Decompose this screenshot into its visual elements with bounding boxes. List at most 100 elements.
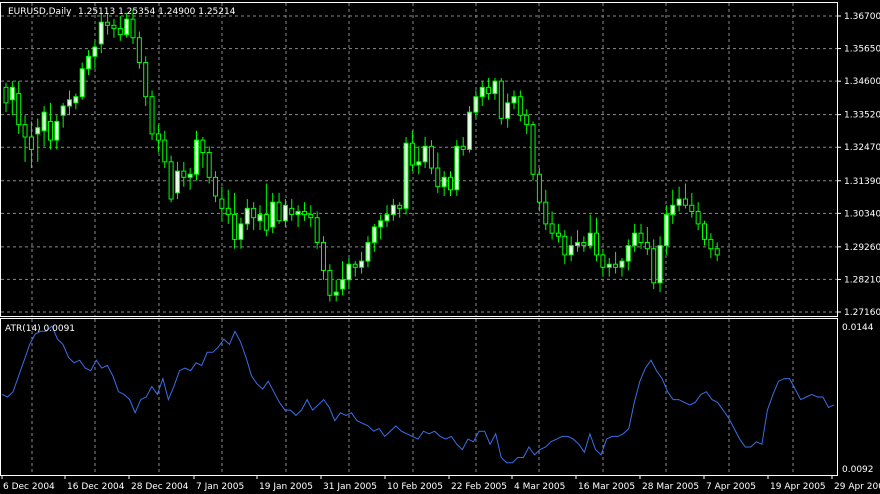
- candle: [117, 16, 123, 41]
- candle: [346, 258, 352, 290]
- atr-line: [1, 325, 835, 464]
- candle-body: [16, 93, 22, 126]
- candle-body: [638, 232, 644, 243]
- candle: [479, 81, 485, 106]
- candle-body: [479, 86, 485, 98]
- candle-body: [441, 176, 447, 188]
- candle-body: [174, 170, 180, 194]
- candle: [517, 90, 523, 122]
- candle-body: [219, 198, 225, 209]
- candle-body: [625, 245, 631, 262]
- candle: [321, 236, 326, 280]
- candle-body: [117, 27, 123, 36]
- candle: [663, 205, 669, 255]
- candle: [638, 223, 644, 249]
- candle-body: [435, 167, 441, 188]
- candle-body: [384, 214, 390, 222]
- candle: [422, 137, 428, 169]
- candle: [98, 12, 104, 54]
- candle: [225, 189, 231, 224]
- candle: [22, 115, 28, 162]
- candle-body: [9, 86, 15, 101]
- candle-body: [568, 245, 574, 256]
- candle: [194, 130, 199, 181]
- candle: [670, 189, 676, 224]
- candle-body: [333, 291, 339, 296]
- candle: [79, 62, 85, 100]
- candle: [689, 192, 695, 218]
- candle: [282, 199, 288, 227]
- candle-body: [238, 223, 244, 240]
- candle-body: [651, 248, 657, 284]
- candle: [397, 202, 403, 218]
- candle-body: [524, 114, 530, 126]
- candle: [200, 137, 206, 169]
- price-tick-label: 1.34600: [844, 77, 880, 87]
- candle-body: [47, 120, 53, 141]
- candle-body: [213, 176, 219, 197]
- candle: [289, 199, 295, 221]
- candle-body: [321, 241, 326, 271]
- symbol-label: EURUSD,Daily: [8, 7, 72, 17]
- date-tick-label: 29 Apr 200: [834, 482, 880, 492]
- candle: [333, 279, 339, 302]
- date-axis: 6 Dec 2004 16 Dec 2004 28 Dec 2004 7 Jan 20…: [1, 475, 880, 492]
- candle: [47, 102, 53, 150]
- candle-body: [327, 269, 333, 296]
- candle: [340, 261, 346, 296]
- candle-body: [308, 214, 314, 219]
- candle-body: [289, 207, 295, 216]
- date-tick-label: 6 Dec 2004: [3, 482, 55, 492]
- candle-body: [670, 204, 676, 216]
- candle: [416, 146, 422, 175]
- candle: [498, 78, 504, 125]
- price-tick-label: 1.29260: [844, 243, 880, 253]
- candle-body: [225, 207, 231, 216]
- candle-body: [67, 99, 72, 107]
- candle-body: [124, 18, 130, 36]
- candle-body: [232, 214, 238, 240]
- candle: [492, 78, 498, 100]
- candle-body: [86, 55, 92, 70]
- candle-body: [79, 68, 85, 98]
- candle-body: [448, 176, 453, 191]
- candle: [390, 199, 396, 221]
- candle-body: [340, 279, 346, 290]
- candle-body: [555, 232, 561, 237]
- candle: [524, 109, 530, 134]
- candle: [371, 223, 377, 252]
- candle: [562, 230, 568, 265]
- candle-body: [689, 204, 695, 212]
- date-tick-label: 19 Jan 2005: [259, 482, 313, 492]
- candle-body: [352, 263, 358, 268]
- date-tick-label: 10 Feb 2005: [387, 482, 443, 492]
- price-axis: 1.36700 1.35650 1.34600 1.33520 1.32470 1.313…: [837, 12, 880, 318]
- candle: [409, 130, 415, 172]
- candle-body: [282, 204, 288, 222]
- candle: [441, 171, 447, 196]
- candle-body: [613, 263, 619, 268]
- candle-body: [200, 139, 206, 154]
- candle-body: [428, 145, 434, 169]
- candle: [714, 242, 720, 262]
- candle-body: [263, 214, 269, 231]
- ohlc-label: 1.25113 1.25354 1.24900 1.25214: [78, 7, 236, 17]
- candle: [232, 192, 238, 249]
- candle-body: [162, 139, 168, 163]
- price-tick-label: 1.31390: [844, 177, 880, 187]
- candle-body: [111, 24, 117, 29]
- candle-body: [155, 133, 161, 141]
- price-tick-label: 1.36700: [844, 12, 880, 22]
- candle: [511, 90, 517, 110]
- candle-body: [657, 245, 663, 284]
- candle-body: [359, 260, 365, 268]
- date-tick-label: 22 Feb 2005: [451, 482, 507, 492]
- candle-body: [530, 124, 536, 175]
- candle: [359, 251, 365, 274]
- candle-body: [105, 21, 111, 26]
- atr-axis-top: 0.0144: [842, 323, 874, 333]
- candle-body: [676, 198, 682, 206]
- candle: [60, 102, 66, 128]
- candle-body: [416, 161, 422, 166]
- date-tick-label: 28 Mar 2005: [642, 482, 699, 492]
